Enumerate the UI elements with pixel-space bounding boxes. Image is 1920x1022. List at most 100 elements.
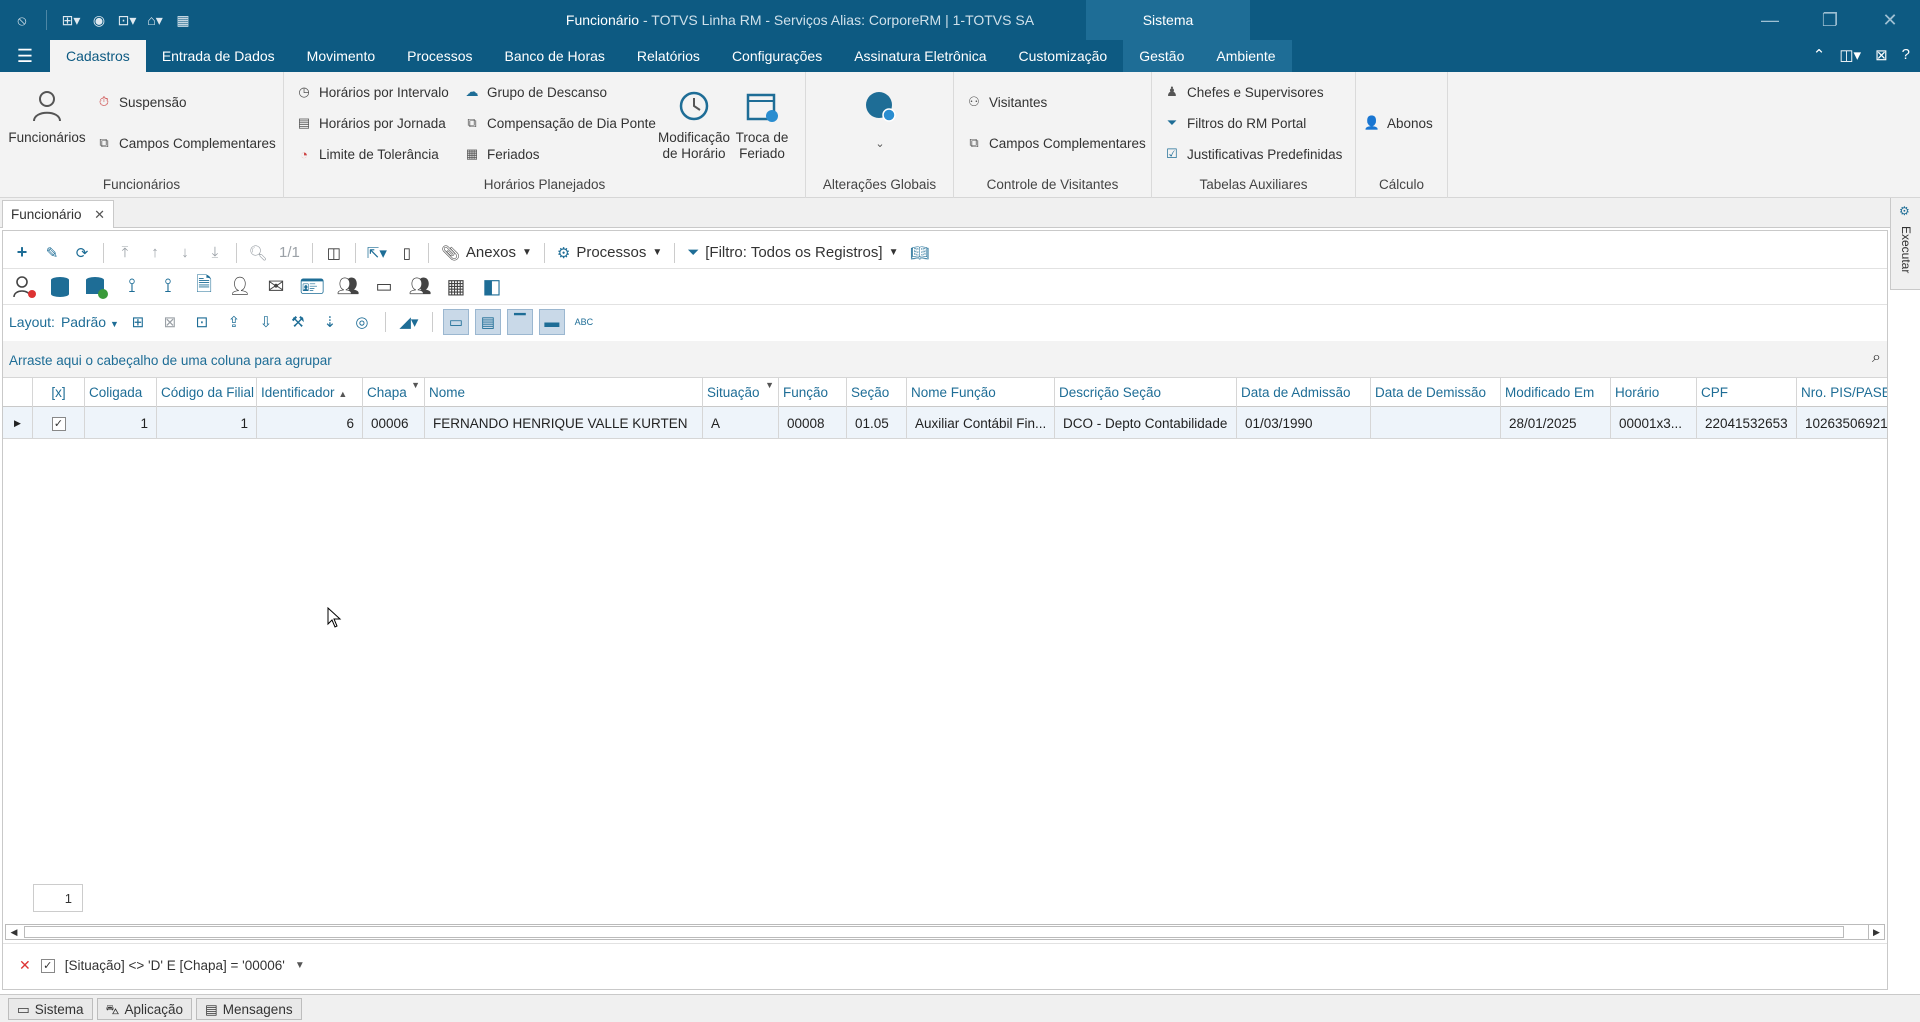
users-add-icon[interactable]: 👥︎ xyxy=(405,272,435,302)
export-icon[interactable]: ⇱▾ xyxy=(364,240,390,266)
pin-icon[interactable]: ⇣ xyxy=(317,309,343,335)
grupo-descanso-button[interactable]: ☁ Grupo de Descanso xyxy=(464,84,608,100)
users-transfer-icon[interactable]: 👥︎ xyxy=(333,272,363,302)
export-up-icon[interactable]: ⇪ xyxy=(221,309,247,335)
tab-relatorios[interactable]: Relatórios xyxy=(621,40,716,72)
collapse-ribbon-icon[interactable]: ⌃ xyxy=(1813,46,1826,64)
column-header-nome[interactable]: Nome xyxy=(425,378,703,408)
layout-icon[interactable]: ◫▾ xyxy=(1839,46,1861,64)
tab-cadastros[interactable]: Cadastros xyxy=(50,40,146,72)
next-record-icon[interactable]: ↓ xyxy=(172,240,198,266)
tab-processos[interactable]: Processos xyxy=(391,40,488,72)
restore-icon[interactable]: ❐ xyxy=(1800,0,1860,40)
columns-icon[interactable]: ◫ xyxy=(321,240,347,266)
horizontal-scrollbar[interactable]: ◀ ▶ xyxy=(5,924,1885,940)
mensagens-button[interactable]: ▤ Mensagens xyxy=(196,998,302,1020)
close-tab-icon[interactable]: ✕ xyxy=(94,207,105,223)
feriados-button[interactable]: ▦ Feriados xyxy=(464,146,540,162)
column-header-situacao[interactable]: Situação ▼ xyxy=(703,378,779,408)
presentation-user-icon[interactable]: ▭ xyxy=(369,272,399,302)
close-window-icon[interactable]: ⊠ xyxy=(1875,46,1888,64)
visitantes-button[interactable]: ⚇ Visitantes xyxy=(966,94,1047,110)
chart-icon[interactable]: ◢▾ xyxy=(396,309,422,335)
executar-panel[interactable]: ⚙ Executar xyxy=(1890,198,1920,290)
add-icon[interactable]: + xyxy=(9,240,35,266)
aplicacao-button[interactable]: ⛍ Aplicação xyxy=(96,998,193,1020)
edit-icon[interactable]: ✎ xyxy=(39,240,65,266)
compensacao-dia-ponte-button[interactable]: ⧉ Compensação de Dia Ponte xyxy=(464,115,656,131)
visitantes-campos-button[interactable]: ⧉ Campos Complementares xyxy=(966,135,1145,151)
shapes-icon[interactable]: ◎ xyxy=(349,309,375,335)
abonos-button[interactable]: 👤 Abonos xyxy=(1364,115,1433,131)
column-header-pis[interactable]: Nro. PIS/PASEP xyxy=(1797,378,1887,408)
search-icon[interactable]: ⌕ xyxy=(1872,349,1881,367)
database-add-icon[interactable] xyxy=(81,272,111,302)
refresh-icon[interactable]: ⟳ xyxy=(69,240,95,266)
group-by-panel[interactable]: Arraste aqui o cabeçalho de uma coluna p… xyxy=(3,341,1887,377)
calculator-icon[interactable]: ▦ xyxy=(441,272,471,302)
tab-configuracoes[interactable]: Configurações xyxy=(716,40,838,72)
abc-icon[interactable]: ABC xyxy=(571,309,597,335)
import-down-icon[interactable]: ⇩ xyxy=(253,309,279,335)
tab-entrada-de-dados[interactable]: Entrada de Dados xyxy=(146,40,291,72)
scroll-left-icon[interactable]: ◀ xyxy=(6,925,22,939)
mail-open-icon[interactable]: ✉ xyxy=(261,272,291,302)
sistema-button[interactable]: ▭ Sistema xyxy=(8,998,93,1020)
column-header-demissao[interactable]: Data de Demissão xyxy=(1371,378,1501,408)
tab-banco-de-horas[interactable]: Banco de Horas xyxy=(489,40,621,72)
tab-assinatura-eletronica[interactable]: Assinatura Eletrônica xyxy=(838,40,1002,72)
troca-feriado-button[interactable]: Troca de Feriado xyxy=(730,86,794,162)
column-header-admissao[interactable]: Data de Admissão xyxy=(1237,378,1371,408)
satellite-clock-icon[interactable]: ⟟ xyxy=(153,272,183,302)
layout-delete-icon[interactable]: ⊠ xyxy=(157,309,183,335)
search-icon[interactable]: 🔍︎ xyxy=(245,240,271,266)
filter-expression[interactable]: [Situação] <> 'D' E [Chapa] = '00006' xyxy=(65,958,285,973)
filtros-portal-button[interactable]: ⏷ Filtros do RM Portal xyxy=(1164,115,1306,131)
chevron-down-icon[interactable]: ⌄ xyxy=(856,136,904,152)
suspensao-button[interactable]: ⏱ Suspensão xyxy=(96,94,187,110)
column-header-nome-funcao[interactable]: Nome Função xyxy=(907,378,1055,408)
layout-save-icon[interactable]: ⊡ xyxy=(189,309,215,335)
view-top-icon[interactable]: ▔ xyxy=(506,309,533,335)
column-header-filial[interactable]: Código da Filial xyxy=(157,378,257,408)
column-header-funcao[interactable]: Função xyxy=(779,378,847,408)
column-header-chapa[interactable]: Chapa ▼ xyxy=(363,378,425,408)
column-header-select[interactable]: [x] xyxy=(33,378,85,408)
satellite-icon[interactable]: ⟟ xyxy=(117,272,147,302)
database-icon[interactable] xyxy=(45,272,75,302)
user-remove-icon[interactable]: 👤︎ xyxy=(225,272,255,302)
processos-dropdown[interactable]: ⚙ Processos ▼ xyxy=(553,244,666,262)
remove-user-icon[interactable] xyxy=(9,272,39,302)
modificacao-horario-button[interactable]: Modificação de Horário xyxy=(658,86,730,162)
close-icon[interactable]: ✕ xyxy=(1860,0,1920,40)
filter-enabled-checkbox[interactable]: ✓ xyxy=(40,958,55,973)
column-header-identificador[interactable]: Identificador ▲ xyxy=(257,378,363,408)
anexos-dropdown[interactable]: 📎︎ Anexos ▼ xyxy=(437,244,536,262)
column-header-secao[interactable]: Seção xyxy=(847,378,907,408)
tab-ambiente[interactable]: Ambiente xyxy=(1200,40,1292,72)
tab-customizacao[interactable]: Customização xyxy=(1003,40,1124,72)
row-select-checkbox[interactable]: ✓ xyxy=(33,407,85,439)
table-row[interactable]: ▶ ✓ 1 1 6 00006 FERNANDO HENRIQUE VALLE … xyxy=(3,407,1887,439)
column-header-descricao-secao[interactable]: Descrição Seção xyxy=(1055,378,1237,408)
row-expand-icon[interactable]: ▶ xyxy=(3,407,33,439)
horarios-intervalo-button[interactable]: ◷ Horários por Intervalo xyxy=(296,84,448,100)
alteracoes-globais-button[interactable]: ⌄ xyxy=(856,86,904,152)
horarios-jornada-button[interactable]: ▤ Horários por Jornada xyxy=(296,115,446,131)
backstage-menu-icon[interactable]: ☰ xyxy=(0,40,50,72)
book-open-icon[interactable]: ◧ xyxy=(477,272,507,302)
justificativas-button[interactable]: ☑ Justificativas Predefinidas xyxy=(1164,146,1342,162)
column-header-cpf[interactable]: CPF xyxy=(1697,378,1797,408)
layout-add-icon[interactable]: ⊞ xyxy=(125,309,151,335)
scroll-right-icon[interactable]: ▶ xyxy=(1868,925,1884,939)
view-single-icon[interactable]: ▭ xyxy=(442,309,469,335)
tab-gestao[interactable]: Gestão xyxy=(1123,40,1201,72)
scroll-thumb[interactable] xyxy=(24,926,1844,938)
view-bar-icon[interactable]: ▬ xyxy=(538,309,565,335)
document-user-icon[interactable]: 🗎︎ xyxy=(189,272,219,302)
help-icon[interactable]: ? xyxy=(1902,46,1910,64)
clear-filter-icon[interactable]: ✕ xyxy=(19,957,31,974)
column-header-horario[interactable]: Horário xyxy=(1611,378,1697,408)
column-header-coligada[interactable]: Coligada xyxy=(85,378,157,408)
column-header-modificado[interactable]: Modificado Em xyxy=(1501,378,1611,408)
